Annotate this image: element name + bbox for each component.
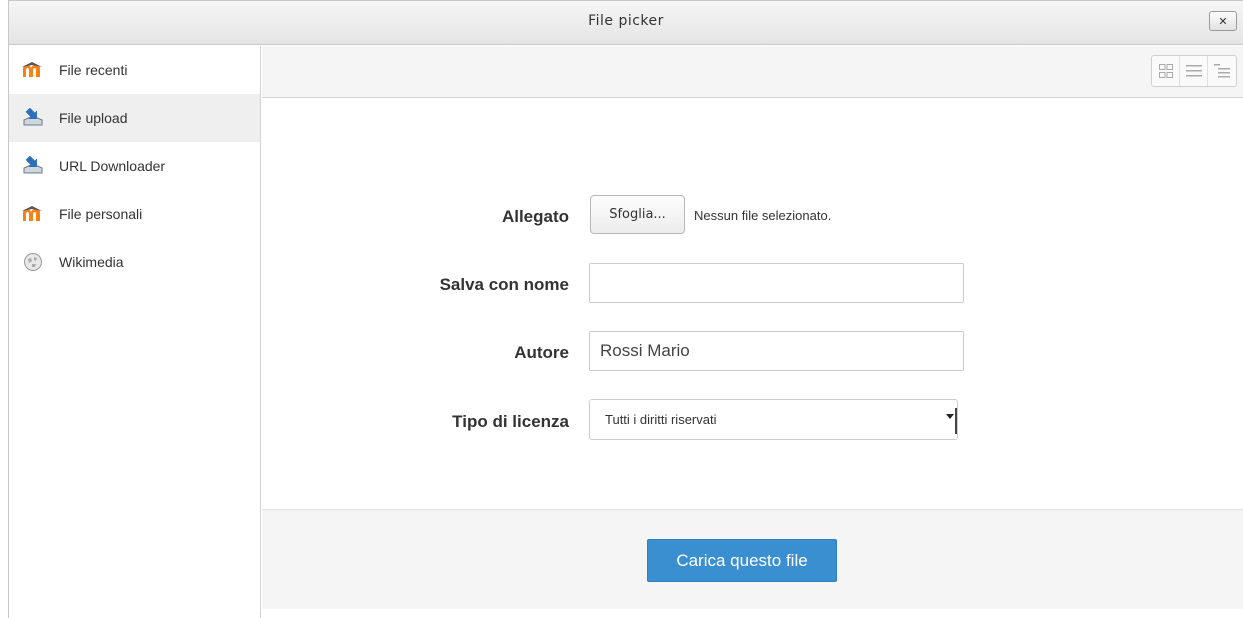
upload-form: Allegato Sfoglia... Nessun file selezion… (262, 99, 1243, 509)
list-view-button[interactable] (1180, 56, 1208, 86)
tree-view-icon (1214, 64, 1230, 78)
close-button[interactable]: ✕ (1209, 11, 1237, 31)
browse-button[interactable]: Sfoglia... (590, 195, 685, 234)
attachment-label: Allegato (501, 207, 569, 226)
sidebar-item-url-downloader[interactable]: URL Downloader (9, 142, 260, 190)
save-as-label: Salva con nome (439, 275, 569, 294)
dialog-title: File picker (588, 13, 664, 29)
license-label: Tipo di licenza (452, 412, 569, 431)
icons-view-icon (1158, 64, 1173, 78)
license-select[interactable]: Tutti i diritti riservati (589, 399, 958, 440)
sidebar-item-personal-files[interactable]: File personali (9, 190, 260, 238)
author-input[interactable]: Rossi Mario (589, 331, 964, 371)
no-file-text: Nessun file selezionato. (694, 208, 832, 223)
tree-view-button[interactable] (1208, 56, 1236, 86)
file-picker-dialog: File picker ✕ File recenti File upload U… (8, 0, 1243, 618)
wikimedia-icon (22, 251, 44, 273)
moodle-icon (22, 203, 44, 225)
upload-icon (22, 107, 44, 129)
form-footer: Carica questo file (262, 509, 1243, 609)
chevron-down-icon (946, 414, 954, 419)
view-switcher (1151, 55, 1237, 87)
sidebar-item-label: File personali (59, 206, 143, 222)
sidebar-item-label: URL Downloader (59, 158, 166, 174)
repository-sidebar: File recenti File upload URL Downloader (9, 46, 261, 618)
license-selected-value: Tutti i diritti riservati (605, 412, 717, 427)
save-as-input[interactable] (589, 263, 964, 303)
sidebar-item-label: Wikimedia (59, 254, 124, 270)
download-icon (22, 155, 44, 177)
select-edge (955, 408, 957, 434)
sidebar-item-label: File recenti (59, 62, 128, 78)
sidebar-item-recent-files[interactable]: File recenti (9, 46, 260, 94)
list-view-icon (1185, 65, 1202, 77)
sidebar-item-file-upload[interactable]: File upload (9, 94, 260, 142)
sidebar-item-label: File upload (59, 110, 128, 126)
author-label: Autore (514, 343, 569, 362)
close-icon: ✕ (1218, 14, 1228, 28)
file-toolbar (262, 46, 1243, 98)
upload-file-button[interactable]: Carica questo file (647, 539, 837, 582)
dialog-titlebar: File picker ✕ (9, 1, 1243, 45)
moodle-icon (22, 59, 44, 81)
sidebar-item-wikimedia[interactable]: Wikimedia (9, 238, 260, 286)
icons-view-button[interactable] (1152, 56, 1180, 86)
